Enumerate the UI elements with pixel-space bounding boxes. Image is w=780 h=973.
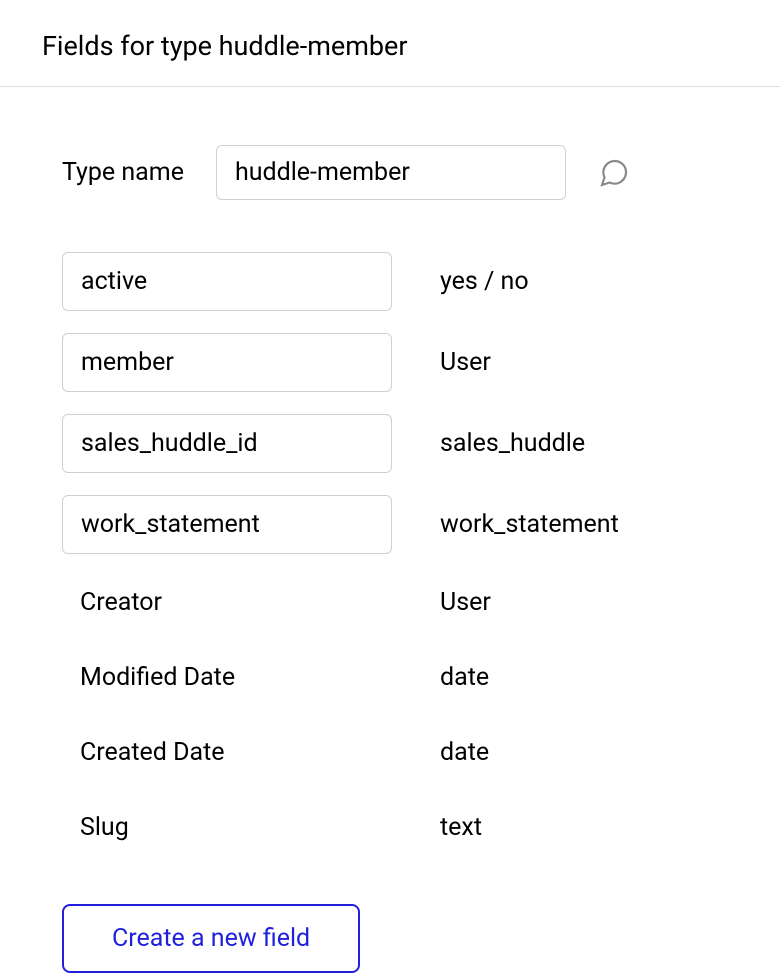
- field-name-input[interactable]: active: [62, 252, 392, 311]
- field-name-static: Modified Date: [62, 651, 392, 704]
- field-row: Modified Date date: [62, 651, 780, 704]
- field-type-label: date: [440, 738, 489, 767]
- field-type-label: date: [440, 663, 489, 692]
- field-row: sales_huddle_id sales_huddle: [62, 414, 780, 473]
- field-type-label: work_statement: [440, 510, 619, 539]
- field-row: work_statement work_statement: [62, 495, 780, 554]
- field-row: member User: [62, 333, 780, 392]
- fields-list: active yes / no member User sales_huddle…: [62, 252, 780, 854]
- field-name-input[interactable]: member: [62, 333, 392, 392]
- field-row: active yes / no: [62, 252, 780, 311]
- field-type-label: yes / no: [440, 267, 529, 296]
- field-type-label: User: [440, 348, 491, 377]
- type-name-row: Type name: [62, 145, 780, 200]
- type-name-input[interactable]: [216, 145, 566, 200]
- create-field-button[interactable]: Create a new field: [62, 904, 360, 973]
- type-name-label: Type name: [62, 158, 184, 187]
- field-type-label: sales_huddle: [440, 429, 585, 458]
- field-type-label: User: [440, 588, 491, 617]
- comment-icon[interactable]: [598, 157, 630, 189]
- field-row: Created Date date: [62, 726, 780, 779]
- content-area: Type name active yes / no member User sa…: [0, 87, 780, 973]
- field-row: Slug text: [62, 801, 780, 854]
- field-name-input[interactable]: work_statement: [62, 495, 392, 554]
- field-row: Creator User: [62, 576, 780, 629]
- field-type-label: text: [440, 813, 482, 842]
- field-name-static: Creator: [62, 576, 392, 629]
- field-name-static: Slug: [62, 801, 392, 854]
- field-name-static: Created Date: [62, 726, 392, 779]
- field-name-input[interactable]: sales_huddle_id: [62, 414, 392, 473]
- page-title: Fields for type huddle-member: [0, 0, 780, 87]
